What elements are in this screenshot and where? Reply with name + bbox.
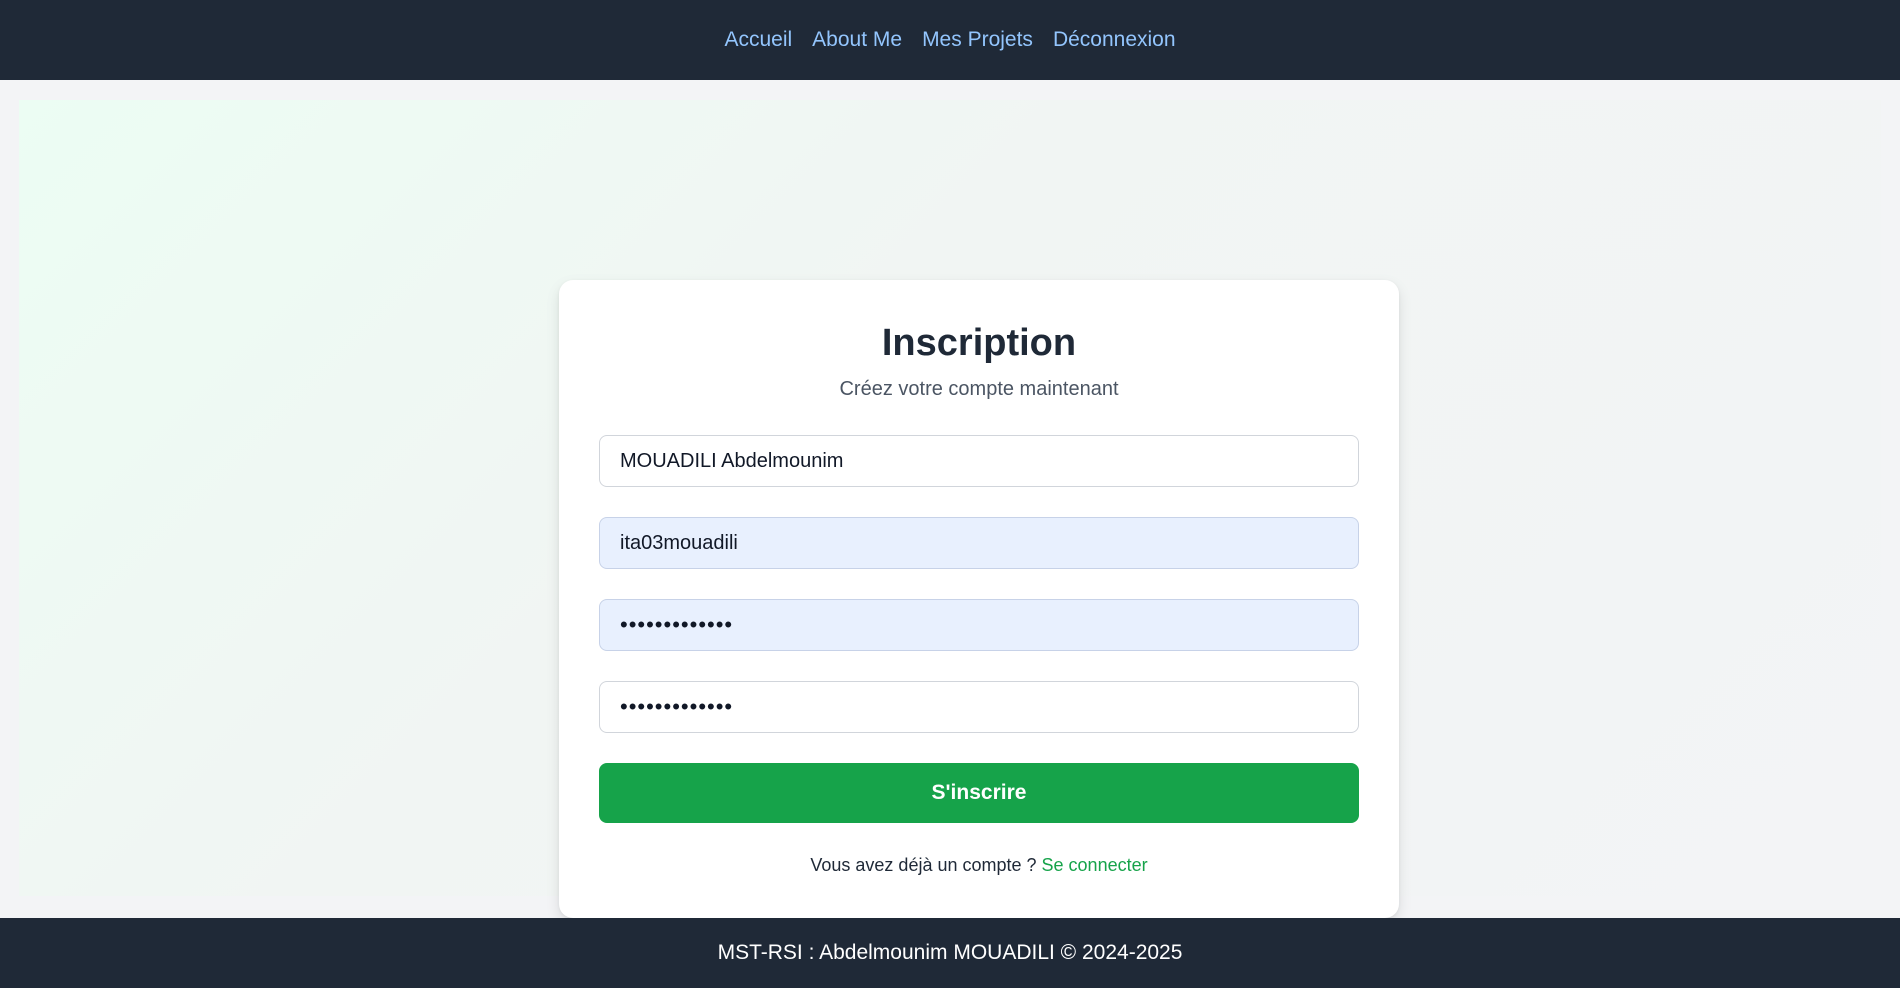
login-prompt-text: Vous avez déjà un compte ? [810, 855, 1042, 875]
nav-link-accueil[interactable]: Accueil [724, 28, 792, 52]
page-title: Inscription [881, 322, 1077, 364]
signup-card: Inscription Créez votre compte maintenan… [559, 280, 1399, 918]
main-content-area: Inscription Créez votre compte maintenan… [19, 100, 1881, 918]
top-navigation: Accueil About Me Mes Projets Déconnexion [0, 0, 1900, 80]
login-prompt-line: Vous avez déjà un compte ? Se connecter [559, 855, 1399, 876]
footer-copyright: MST-RSI : Abdelmounim MOUADILI © 2024-20… [717, 941, 1183, 964]
password-input[interactable] [599, 599, 1359, 651]
username-input[interactable] [599, 517, 1359, 569]
page-footer: MST-RSI : Abdelmounim MOUADILI © 2024-20… [0, 918, 1900, 988]
nav-link-about-me[interactable]: About Me [812, 28, 902, 52]
nav-link-deconnexion[interactable]: Déconnexion [1053, 28, 1176, 52]
fullname-input[interactable] [599, 435, 1359, 487]
page-subtitle: Créez votre compte maintenant [839, 378, 1119, 400]
login-link[interactable]: Se connecter [1042, 855, 1148, 875]
confirm-password-input[interactable] [599, 681, 1359, 733]
nav-link-mes-projets[interactable]: Mes Projets [922, 28, 1033, 52]
signup-submit-button[interactable]: S'inscrire [599, 763, 1359, 823]
